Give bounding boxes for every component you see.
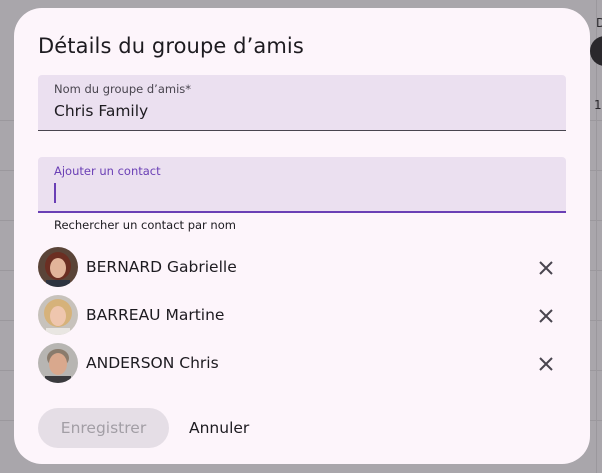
group-name-input[interactable]: Chris Family — [54, 102, 148, 120]
background-divider — [596, 0, 597, 473]
contact-avatar — [38, 295, 78, 335]
background-label: 12 — [594, 98, 602, 112]
group-name-label: Nom du groupe d’amis* — [54, 82, 192, 96]
add-contact-label: Ajouter un contact — [54, 164, 161, 178]
contact-avatar — [38, 247, 78, 287]
close-icon — [539, 357, 553, 371]
cancel-button[interactable]: Annuler — [179, 408, 259, 448]
background-label: D — [596, 16, 602, 30]
contact-row: BARREAU Martine — [38, 294, 566, 338]
contact-row: BERNARD Gabrielle — [38, 246, 566, 290]
group-name-field[interactable]: Nom du groupe d’amis* Chris Family — [38, 75, 566, 131]
close-icon — [539, 309, 553, 323]
add-contact-field[interactable]: Ajouter un contact — [38, 157, 566, 213]
add-contact-supporting-text: Rechercher un contact par nom — [54, 218, 236, 232]
contact-name: ANDERSON Chris — [86, 354, 219, 372]
save-button[interactable]: Enregistrer — [38, 408, 169, 448]
remove-contact-button[interactable] — [526, 344, 566, 384]
background-avatar — [590, 36, 602, 66]
contact-avatar — [38, 343, 78, 383]
contact-name: BERNARD Gabrielle — [86, 258, 237, 276]
text-cursor — [54, 183, 56, 203]
contact-name: BARREAU Martine — [86, 306, 225, 324]
dialog-title: Détails du groupe d’amis — [38, 34, 304, 58]
close-icon — [539, 261, 553, 275]
contact-row: ANDERSON Chris — [38, 342, 566, 386]
friend-group-dialog: Détails du groupe d’amis Nom du groupe d… — [14, 8, 590, 464]
remove-contact-button[interactable] — [526, 248, 566, 288]
remove-contact-button[interactable] — [526, 296, 566, 336]
